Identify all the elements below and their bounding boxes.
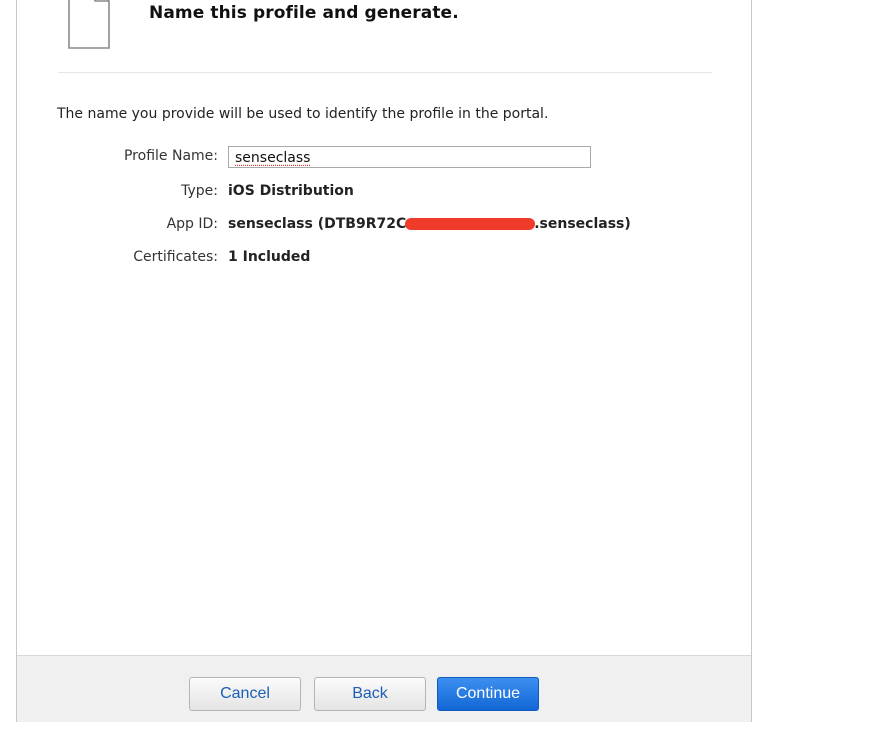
intro-text: The name you provide will be used to ide…: [57, 106, 549, 122]
certificates-label: Certificates:: [133, 249, 218, 265]
redaction-mark: [405, 218, 536, 230]
page-title: Name this profile and generate.: [149, 3, 459, 23]
footer-bar: Cancel Back Continue: [17, 655, 751, 722]
app-id-prefix: senseclass (DTB9R72C: [228, 216, 407, 232]
type-label: Type:: [181, 183, 218, 199]
type-row: Type: iOS Distribution: [17, 181, 753, 203]
profile-panel: Name this profile and generate. The name…: [16, 0, 752, 722]
page: Name this profile and generate. The name…: [0, 0, 877, 732]
certificates-row: Certificates: 1 Included: [17, 247, 753, 269]
continue-button[interactable]: Continue: [437, 677, 539, 711]
app-id-row: App ID: senseclass (DTB9R72C .senseclass): [17, 214, 753, 236]
profile-name-row: Profile Name:: [17, 146, 753, 168]
document-icon: [68, 0, 110, 49]
app-id-label: App ID:: [166, 216, 218, 232]
app-id-value: senseclass (DTB9R72C .senseclass): [228, 216, 631, 232]
profile-name-input[interactable]: [228, 146, 591, 168]
app-id-suffix: .senseclass): [534, 216, 631, 232]
header-divider: [58, 72, 712, 73]
certificates-value: 1 Included: [228, 249, 311, 265]
type-value: iOS Distribution: [228, 183, 354, 199]
back-button[interactable]: Back: [314, 677, 426, 711]
cancel-button[interactable]: Cancel: [189, 677, 301, 711]
profile-name-label: Profile Name:: [123, 148, 218, 164]
